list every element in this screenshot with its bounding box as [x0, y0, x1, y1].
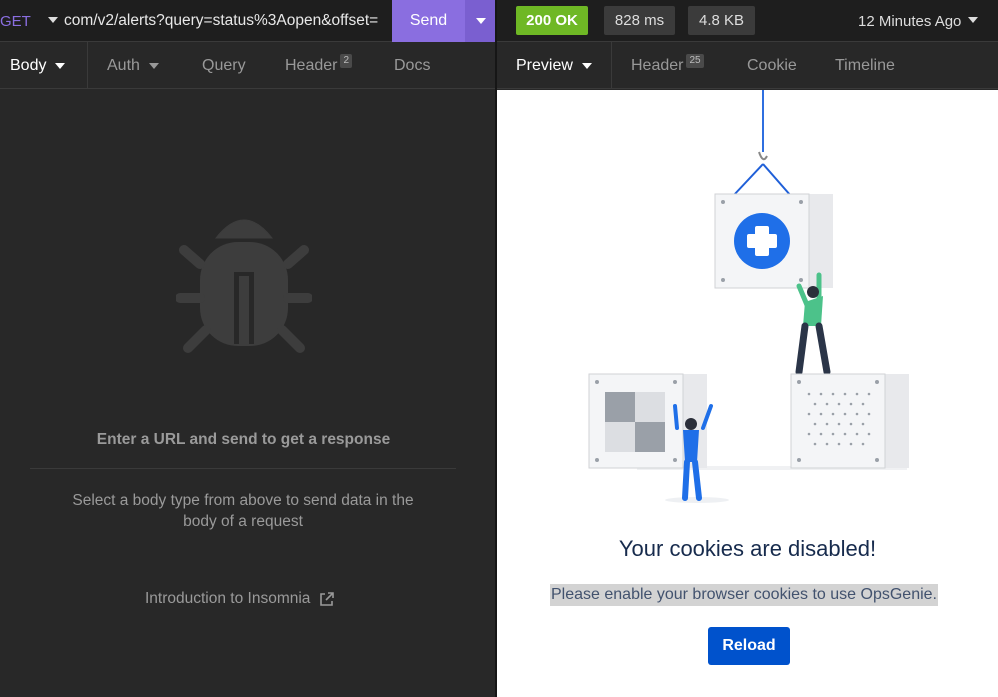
- reload-button[interactable]: Reload: [708, 627, 790, 665]
- response-time-badge: 828 ms: [604, 6, 675, 35]
- tab-auth[interactable]: Auth: [107, 42, 159, 89]
- tab-docs[interactable]: Docs: [394, 42, 430, 89]
- send-button[interactable]: Send: [392, 0, 465, 42]
- cookies-illustration: [588, 90, 909, 503]
- send-options-button[interactable]: [465, 0, 496, 42]
- tab-label: Auth: [107, 56, 140, 74]
- empty-body-description: Select a body type from above to send da…: [72, 492, 414, 530]
- tab-header[interactable]: Header 2: [285, 42, 353, 89]
- chevron-down-icon: [475, 18, 486, 24]
- response-preview: Your cookies are disabled! Please enable…: [497, 90, 998, 697]
- tab-label: Header: [285, 56, 338, 74]
- header-count-badge: 25: [686, 53, 704, 68]
- bug-icon: [176, 219, 312, 353]
- tab-label: Query: [202, 56, 246, 74]
- empty-body-title: Enter a URL and send to get a response: [96, 431, 391, 448]
- header-count-badge: 2: [340, 53, 353, 68]
- tab-cookie[interactable]: Cookie: [747, 42, 797, 89]
- tab-label: Cookie: [747, 56, 797, 74]
- preview-message: Please enable your browser cookies to us…: [550, 584, 938, 606]
- tab-label: Body: [10, 56, 47, 74]
- chevron-down-icon: [148, 62, 159, 69]
- tab-preview[interactable]: Preview: [516, 42, 592, 89]
- chevron-down-icon[interactable]: [48, 17, 58, 23]
- url-input[interactable]: com/v2/alerts?query=status%3Aopen&offset…: [64, 0, 384, 42]
- tab-label: Header: [631, 56, 684, 74]
- request-bar: GET com/v2/alerts?query=status%3Aopen&of…: [0, 0, 998, 42]
- intro-link[interactable]: Introduction to Insomnia: [145, 590, 335, 608]
- tab-response-header[interactable]: Header 25: [631, 42, 704, 89]
- intro-link-label: Introduction to Insomnia: [145, 590, 311, 607]
- tab-separator: [611, 42, 612, 89]
- tab-separator: [87, 42, 88, 89]
- tab-query[interactable]: Query: [202, 42, 246, 89]
- response-tabs: Preview Header 25 Cookie Timeline: [497, 42, 998, 89]
- status-badge: 200 OK: [516, 6, 588, 35]
- tab-timeline[interactable]: Timeline: [835, 42, 895, 89]
- chevron-down-icon[interactable]: [968, 17, 978, 23]
- tab-body[interactable]: Body: [10, 42, 66, 89]
- method-selector[interactable]: GET: [0, 0, 36, 42]
- response-history-dropdown[interactable]: 12 Minutes Ago: [858, 0, 961, 42]
- chevron-down-icon: [55, 62, 66, 69]
- external-link-icon: [320, 592, 335, 606]
- preview-title: Your cookies are disabled!: [618, 536, 877, 561]
- request-tabs: Body Auth Query Header 2 Docs: [0, 42, 495, 89]
- chevron-down-icon: [581, 62, 592, 69]
- divider: [30, 468, 456, 469]
- tab-label: Docs: [394, 56, 431, 74]
- response-size-badge: 4.8 KB: [688, 6, 755, 35]
- tab-label: Timeline: [835, 56, 895, 74]
- tab-label: Preview: [516, 56, 573, 74]
